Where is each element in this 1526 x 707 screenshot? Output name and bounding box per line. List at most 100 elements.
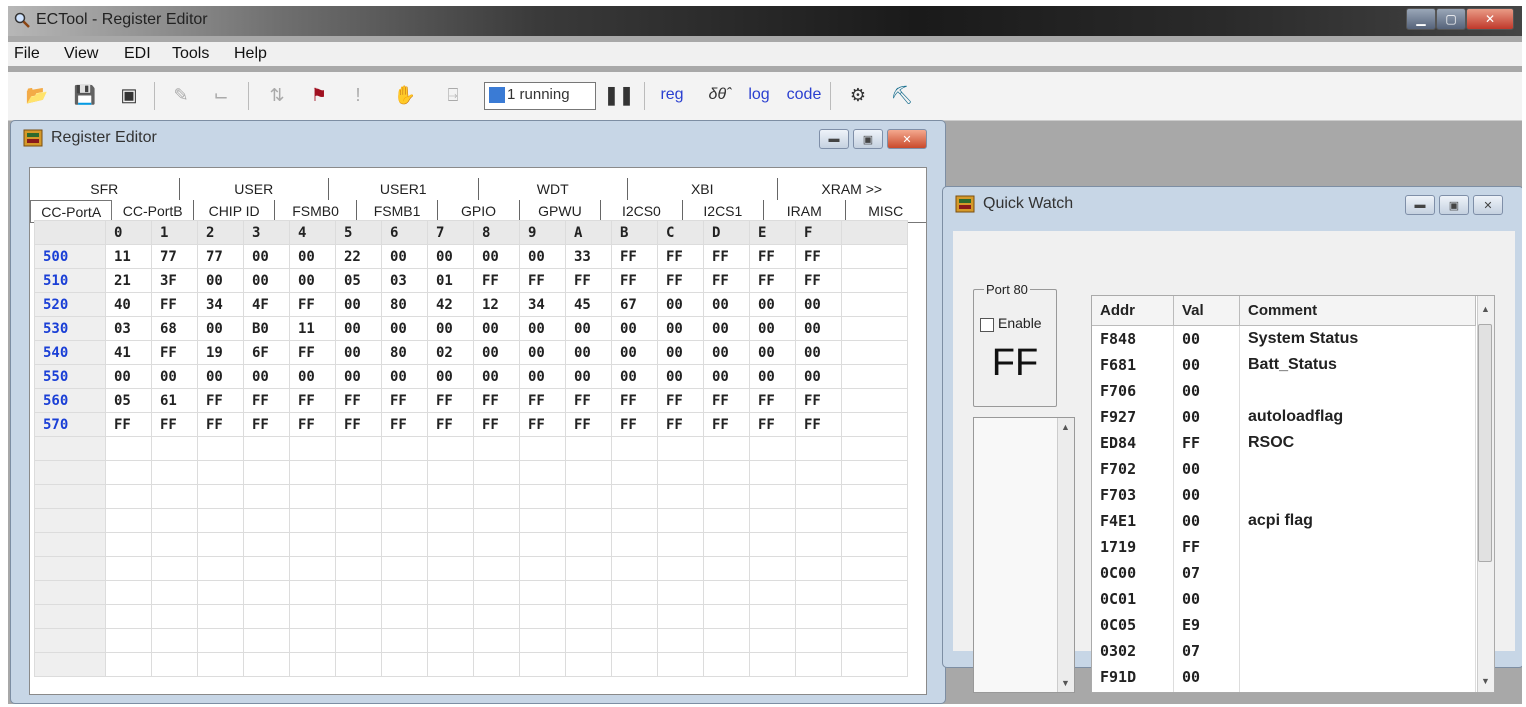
register-cell[interactable] xyxy=(105,628,152,653)
register-cell[interactable] xyxy=(197,628,244,653)
watch-list[interactable]: Addr Val Comment F848 00 System Status F681… xyxy=(1091,295,1495,693)
watch-row[interactable]: F681 00 Batt_Status xyxy=(1092,352,1476,378)
register-cell[interactable] xyxy=(197,436,244,461)
register-cell[interactable]: 77 xyxy=(197,244,244,269)
register-cell[interactable] xyxy=(749,508,796,533)
tab-sfr[interactable]: SFR xyxy=(30,178,180,200)
register-cell[interactable]: 00 xyxy=(795,292,842,317)
register-cell[interactable]: 00 xyxy=(105,364,152,389)
open-folder-icon[interactable]: 📂 xyxy=(22,80,52,110)
register-cell[interactable]: 11 xyxy=(289,316,336,341)
register-cell[interactable] xyxy=(335,508,382,533)
register-cell[interactable]: 01 xyxy=(427,268,474,293)
register-cell[interactable]: FF xyxy=(519,412,566,437)
register-cell[interactable]: 00 xyxy=(427,316,474,341)
register-cell[interactable]: FF xyxy=(703,412,750,437)
register-cell[interactable]: 00 xyxy=(381,244,428,269)
register-cell[interactable]: 4F xyxy=(243,292,290,317)
register-cell[interactable]: 00 xyxy=(243,364,290,389)
register-cell[interactable]: 00 xyxy=(473,244,520,269)
register-cell[interactable]: 00 xyxy=(335,340,382,365)
register-cell[interactable]: 22 xyxy=(335,244,382,269)
register-cell[interactable] xyxy=(657,436,704,461)
register-cell[interactable] xyxy=(381,628,428,653)
register-cell[interactable] xyxy=(151,532,198,557)
register-cell[interactable] xyxy=(289,532,336,557)
register-cell[interactable]: 00 xyxy=(657,292,704,317)
register-cell[interactable] xyxy=(703,556,750,581)
register-cell[interactable] xyxy=(427,508,474,533)
register-cell[interactable]: 00 xyxy=(427,244,474,269)
register-cell[interactable] xyxy=(565,628,612,653)
register-cell[interactable] xyxy=(105,652,152,677)
register-cell[interactable]: 00 xyxy=(749,340,796,365)
register-cell[interactable] xyxy=(473,508,520,533)
register-cell[interactable] xyxy=(381,604,428,629)
register-cell[interactable] xyxy=(703,580,750,605)
register-cell[interactable] xyxy=(657,484,704,509)
register-cell[interactable]: FF xyxy=(657,388,704,413)
register-cell[interactable] xyxy=(611,556,658,581)
register-cell[interactable] xyxy=(473,556,520,581)
register-cell[interactable] xyxy=(703,460,750,485)
register-cell[interactable]: 00 xyxy=(197,316,244,341)
register-cell[interactable] xyxy=(703,604,750,629)
reg-button[interactable]: reg xyxy=(654,80,690,110)
register-cell[interactable] xyxy=(703,652,750,677)
register-cell[interactable] xyxy=(243,532,290,557)
register-cell[interactable]: 00 xyxy=(243,244,290,269)
register-cell[interactable]: 03 xyxy=(105,316,152,341)
tab-chip-id[interactable]: CHIP ID xyxy=(194,200,276,222)
register-cell[interactable]: FF xyxy=(151,412,198,437)
register-cell[interactable] xyxy=(381,652,428,677)
watch-icon[interactable]: ⍈ xyxy=(438,80,468,110)
register-cell[interactable]: 3F xyxy=(151,268,198,293)
register-cell[interactable]: FF xyxy=(473,268,520,293)
register-cell[interactable]: FF xyxy=(611,388,658,413)
register-cell[interactable]: 80 xyxy=(381,340,428,365)
tab-misc[interactable]: MISC xyxy=(846,200,926,222)
register-cell[interactable]: 34 xyxy=(197,292,244,317)
register-view-icon[interactable]: ▣ xyxy=(114,80,144,110)
register-cell[interactable]: 00 xyxy=(703,316,750,341)
watch-list-scrollbar[interactable]: ▲ ▼ xyxy=(1477,296,1494,692)
register-cell[interactable]: 00 xyxy=(519,244,566,269)
maximize-button[interactable]: ▢ xyxy=(1436,8,1466,30)
register-cell[interactable] xyxy=(565,436,612,461)
register-cell[interactable]: FF xyxy=(151,340,198,365)
register-cell[interactable]: FF xyxy=(197,412,244,437)
register-cell[interactable]: 00 xyxy=(381,316,428,341)
register-cell[interactable]: FF xyxy=(197,388,244,413)
register-cell[interactable] xyxy=(703,508,750,533)
register-cell[interactable] xyxy=(657,460,704,485)
register-cell[interactable] xyxy=(657,532,704,557)
menu-file[interactable]: File xyxy=(14,45,40,63)
register-cell[interactable] xyxy=(243,436,290,461)
register-cell[interactable]: 00 xyxy=(703,340,750,365)
register-cell[interactable] xyxy=(289,556,336,581)
register-cell[interactable]: 6F xyxy=(243,340,290,365)
register-cell[interactable]: 00 xyxy=(243,268,290,293)
code-button[interactable]: code xyxy=(784,80,824,110)
col-val-header[interactable]: Val xyxy=(1173,296,1240,326)
register-cell[interactable]: 00 xyxy=(473,340,520,365)
minimize-button[interactable]: ▁ xyxy=(1406,8,1436,30)
register-cell[interactable]: FF xyxy=(703,268,750,293)
register-cell[interactable] xyxy=(381,580,428,605)
register-cell[interactable] xyxy=(289,652,336,677)
register-cell[interactable] xyxy=(795,508,842,533)
register-cell[interactable]: FF xyxy=(105,412,152,437)
register-cell[interactable] xyxy=(151,580,198,605)
register-cell[interactable] xyxy=(289,580,336,605)
register-cell[interactable] xyxy=(519,604,566,629)
register-cell[interactable] xyxy=(381,460,428,485)
register-cell[interactable] xyxy=(427,628,474,653)
menu-tools[interactable]: Tools xyxy=(172,45,209,63)
register-cell[interactable] xyxy=(381,436,428,461)
register-cell[interactable] xyxy=(657,628,704,653)
register-cell[interactable]: 77 xyxy=(151,244,198,269)
register-cell[interactable]: 00 xyxy=(473,364,520,389)
register-cell[interactable] xyxy=(795,460,842,485)
register-cell[interactable]: 34 xyxy=(519,292,566,317)
register-cell[interactable]: 00 xyxy=(427,364,474,389)
